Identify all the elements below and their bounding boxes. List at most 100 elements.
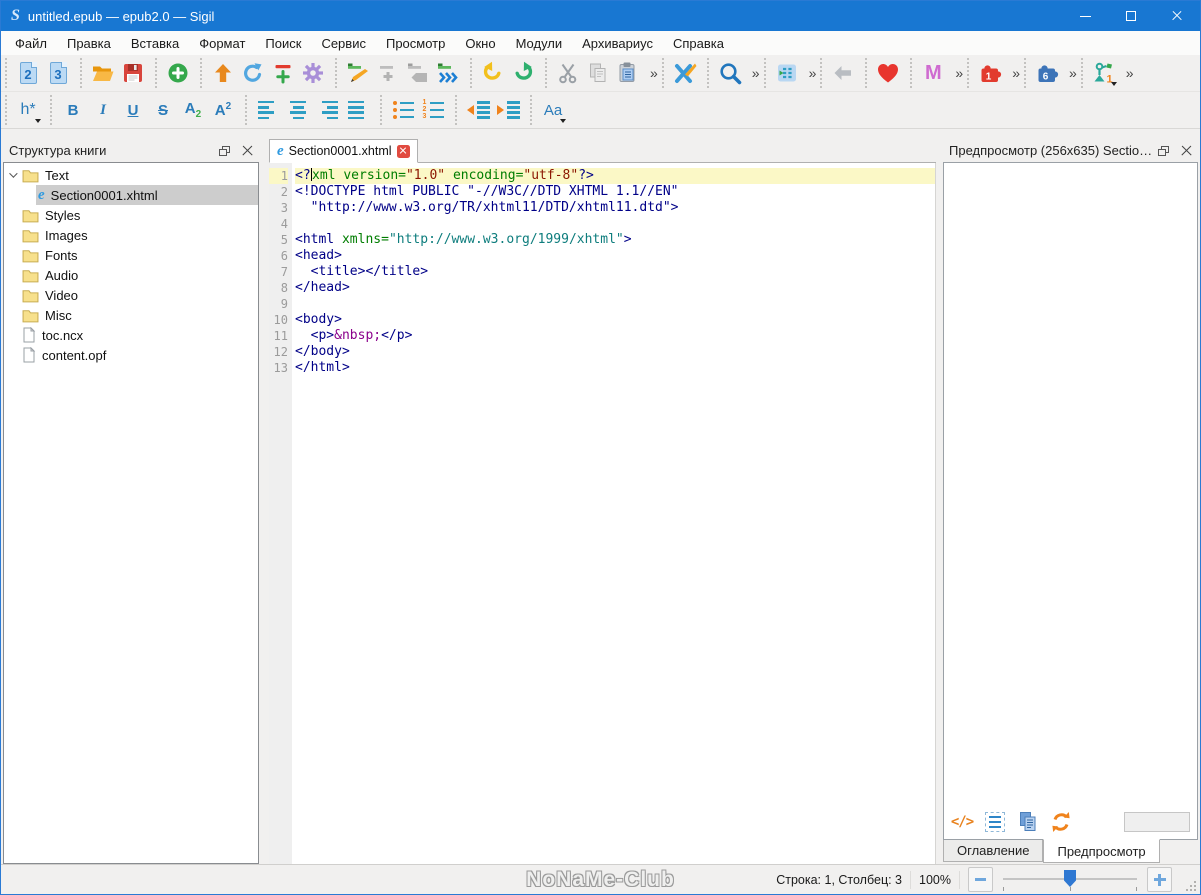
underline-button[interactable]: U [118,95,148,125]
bold-button[interactable]: B [58,95,88,125]
copy-button[interactable] [583,58,613,88]
maximize-button[interactable] [1108,1,1154,31]
align-center-button[interactable] [283,95,313,125]
code-line[interactable]: <head> [295,248,935,264]
resize-grip[interactable] [1184,879,1197,892]
toolbar-overflow-button[interactable]: » [752,58,760,88]
tree-item[interactable]: Audio [4,265,258,285]
paste-button[interactable] [613,58,643,88]
tab-table-of-contents[interactable]: Оглавление [943,840,1044,862]
tree-item[interactable]: Text [4,165,258,185]
next-clip-button[interactable] [433,58,463,88]
save-button[interactable] [118,58,148,88]
menu-item[interactable]: Архивариус [572,31,663,55]
cut-button[interactable] [553,58,583,88]
zoom-in-button[interactable] [1147,867,1172,892]
code-line[interactable]: <html xmlns="http://www.w3.org/1999/xhtm… [295,232,935,248]
copy-selection-button[interactable] [1015,809,1041,835]
change-case-button[interactable]: Aa [538,95,568,125]
zoom-slider-handle[interactable] [1064,870,1076,887]
minimize-button[interactable] [1062,1,1108,31]
tree-item[interactable]: Images [4,225,258,245]
tree-item[interactable]: Styles [4,205,258,225]
undock-panel-button[interactable] [219,145,230,156]
toolbar-overflow-button[interactable]: » [1012,58,1020,88]
numbered-list-button[interactable]: 123 [418,95,448,125]
align-left-button[interactable] [253,95,283,125]
close-preview-button[interactable] [1181,145,1192,156]
mend-code-button[interactable] [670,58,700,88]
menu-item[interactable]: Вставка [121,31,189,55]
tree-item[interactable]: e Section0001.xhtml [4,185,258,205]
find-replace-button[interactable] [715,58,745,88]
toolbar-overflow-button[interactable]: » [1126,58,1134,88]
plugin-runner-button[interactable]: 1 [1089,58,1119,88]
add-existing-files-button[interactable] [163,58,193,88]
tab-section0001[interactable]: e Section0001.xhtml [269,139,418,163]
zoom-slider[interactable] [1001,867,1139,892]
insert-split-marker-button[interactable] [268,58,298,88]
refresh-preview-button[interactable] [1048,809,1074,835]
back-button[interactable] [828,58,858,88]
menu-item[interactable]: Сервис [311,31,376,55]
code-line[interactable]: <?|xml version="1.0" encoding="utf-8"?> [295,168,935,184]
code-line[interactable] [295,216,935,232]
toolbar-overflow-button[interactable]: » [955,58,963,88]
menu-item[interactable]: Просмотр [376,31,455,55]
preview-search-input[interactable] [1124,812,1190,832]
code-line[interactable]: <!DOCTYPE html PUBLIC "-//W3C//DTD XHTML… [295,184,935,200]
toolbar-overflow-button[interactable]: » [1069,58,1077,88]
close-panel-button[interactable] [242,145,253,156]
code-line[interactable]: </head> [295,280,935,296]
preferences-button[interactable] [298,58,328,88]
toolbar-overflow-button[interactable]: » [809,58,817,88]
code-line[interactable]: <title></title> [295,264,935,280]
inspect-code-button[interactable]: </> [949,809,975,835]
menu-item[interactable]: Правка [57,31,121,55]
select-all-button[interactable] [982,809,1008,835]
plugin-1-button[interactable]: 1 [975,58,1005,88]
code-content[interactable]: <?|xml version="1.0" encoding="utf-8"?><… [292,163,935,864]
tree-item[interactable]: Misc [4,305,258,325]
tree-item[interactable]: Video [4,285,258,305]
plugin-6-button[interactable]: 6 [1032,58,1062,88]
bullet-list-button[interactable] [388,95,418,125]
menu-item[interactable]: Поиск [255,31,311,55]
new-epub2-button[interactable]: 2 [13,58,43,88]
metadata-editor-button[interactable]: M [918,58,948,88]
italic-button[interactable]: I [88,95,118,125]
redo-button[interactable] [508,58,538,88]
tree-item[interactable]: Fonts [4,245,258,265]
code-line[interactable] [295,296,935,312]
align-right-button[interactable] [313,95,343,125]
subscript-button[interactable]: A2 [178,95,208,125]
add-clip-button[interactable] [373,58,403,88]
code-line[interactable]: </body> [295,344,935,360]
reload-button[interactable] [238,58,268,88]
indent-button[interactable] [493,95,523,125]
new-epub3-button[interactable]: 3 [43,58,73,88]
menu-item[interactable]: Формат [189,31,255,55]
apply-clip-button[interactable] [403,58,433,88]
zoom-out-button[interactable] [968,867,993,892]
code-line[interactable]: <p>&nbsp;</p> [295,328,935,344]
undock-preview-button[interactable] [1158,145,1169,156]
menu-item[interactable]: Справка [663,31,734,55]
code-line[interactable]: "http://www.w3.org/TR/xhtml11/DTD/xhtml1… [295,200,935,216]
superscript-button[interactable]: A2 [208,95,238,125]
menu-item[interactable]: Модули [506,31,573,55]
close-button[interactable] [1154,1,1200,31]
clips-panel-button[interactable] [772,58,802,88]
tree-item[interactable]: toc.ncx [4,325,258,345]
donate-button[interactable] [873,58,903,88]
code-line[interactable]: </html> [295,360,935,376]
tab-close-icon[interactable] [396,144,410,158]
menu-item[interactable]: Окно [455,31,505,55]
undo-button[interactable] [478,58,508,88]
strikethrough-button[interactable]: S [148,95,178,125]
code-line[interactable]: <body> [295,312,935,328]
code-view[interactable]: 12345678910111213 <?|xml version="1.0" e… [269,163,936,864]
toolbar-overflow-button[interactable]: » [650,58,658,88]
edit-clip-button[interactable] [343,58,373,88]
align-justify-button[interactable] [343,95,373,125]
